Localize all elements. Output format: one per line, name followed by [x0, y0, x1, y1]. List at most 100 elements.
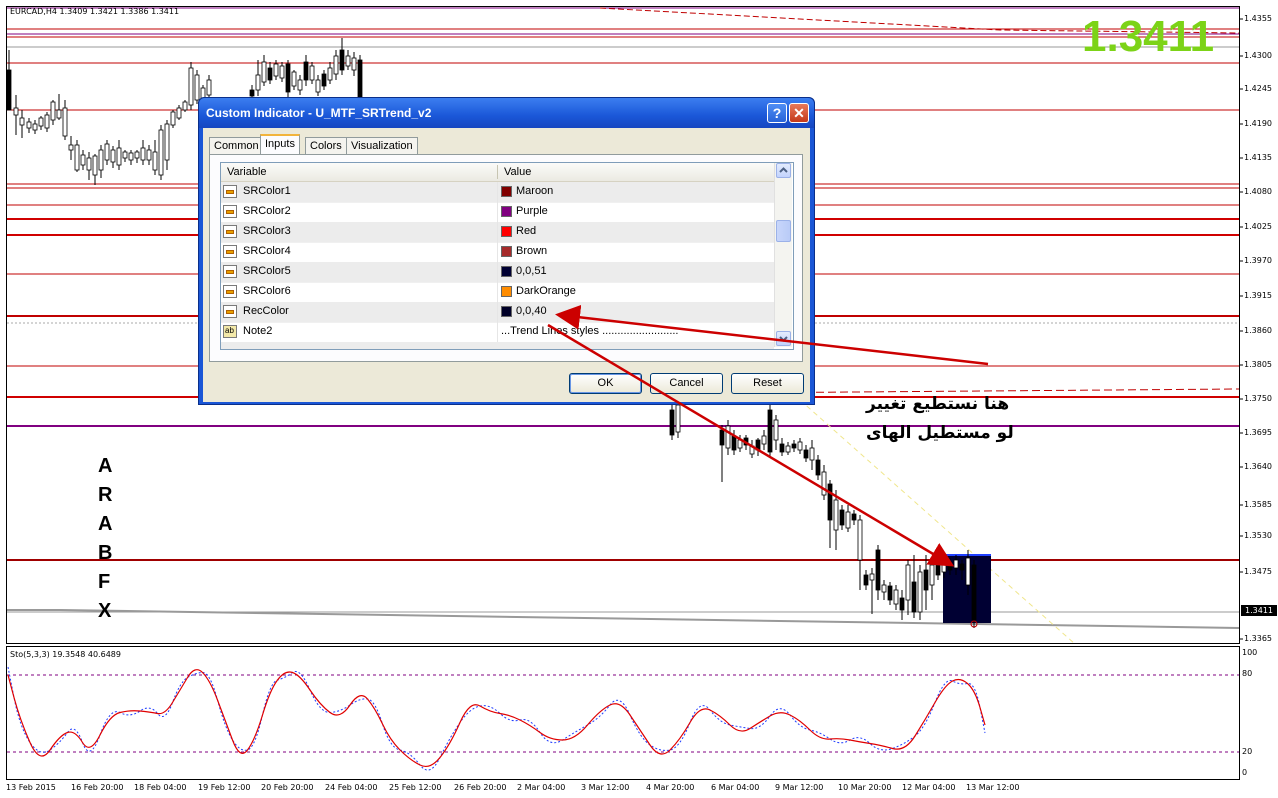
- candle-body: [809, 447, 815, 461]
- candle-body: [333, 55, 339, 75]
- price-axis-label: 1.4190: [1244, 119, 1272, 128]
- param-row[interactable]: RecColor 0,0,40: [221, 302, 774, 323]
- watermark-letter: F: [98, 571, 111, 593]
- sto-level-80: 80: [1242, 669, 1253, 678]
- param-value[interactable]: ...Trend Lines styles ..................…: [501, 325, 678, 337]
- param-row[interactable]: ab Note2 ...Trend Lines styles ...........…: [221, 322, 774, 343]
- candle-body: [863, 574, 869, 586]
- candle-body: [279, 65, 285, 79]
- param-value[interactable]: 0,0,51: [516, 265, 547, 277]
- param-value[interactable]: DarkOrange: [516, 285, 576, 297]
- watermark-letter: R: [98, 484, 113, 506]
- param-value[interactable]: Maroon: [516, 185, 553, 197]
- time-axis-label: 16 Feb 20:00: [71, 783, 124, 792]
- candle-body: [923, 569, 929, 591]
- param-value[interactable]: 0,0,40: [516, 305, 547, 317]
- candle-body: [857, 519, 863, 561]
- watermark-letter: X: [98, 600, 112, 622]
- candle-body: [339, 49, 345, 71]
- param-name: SRColor6: [243, 285, 291, 297]
- candle-body: [188, 67, 194, 106]
- price-axis-label: 1.4080: [1244, 187, 1272, 196]
- candle-body: [755, 439, 761, 451]
- color-param-icon: [223, 205, 237, 218]
- candle-body: [959, 563, 965, 571]
- help-button[interactable]: ?: [767, 103, 787, 123]
- chevron-up-icon: [779, 167, 788, 173]
- candle-body: [785, 445, 791, 453]
- candle-body: [719, 429, 725, 446]
- color-param-icon: [223, 185, 237, 198]
- candle-body: [875, 549, 881, 591]
- param-value[interactable]: Red: [516, 225, 536, 237]
- param-row-partial[interactable]: [221, 342, 774, 349]
- tab-colors[interactable]: Colors: [305, 137, 347, 154]
- tab-inputs[interactable]: Inputs: [260, 134, 300, 155]
- scroll-up-button[interactable]: [776, 163, 791, 178]
- param-name: RecColor: [243, 305, 289, 317]
- candle-body: [827, 483, 833, 521]
- candle-body: [19, 117, 25, 126]
- sto-level-0: 0: [1242, 768, 1248, 777]
- candle-body: [905, 564, 911, 601]
- dialog-title: Custom Indicator - U_MTF_SRTrend_v2: [206, 106, 432, 120]
- param-row[interactable]: SRColor6 DarkOrange: [221, 282, 774, 303]
- annotation-line-2: لو مستطيل الهاى: [866, 423, 1014, 443]
- candle-body: [134, 151, 140, 159]
- param-row[interactable]: SRColor5 0,0,51: [221, 262, 774, 283]
- price-axis-label: 1.3860: [1244, 326, 1272, 335]
- param-row[interactable]: SRColor1 Maroon: [221, 182, 774, 203]
- param-name: SRColor3: [243, 225, 291, 237]
- annotation-line-1: هنا نستطيع تغيير: [866, 394, 1010, 414]
- tab-visualization[interactable]: Visualization: [346, 137, 418, 154]
- candle-body: [309, 65, 315, 81]
- tab-common[interactable]: Common: [209, 137, 264, 154]
- current-price-tag: 1.3411: [1241, 605, 1277, 616]
- candle-body: [351, 57, 357, 71]
- time-axis-label: 9 Mar 12:00: [775, 783, 824, 792]
- candle-body: [6, 69, 12, 111]
- param-value[interactable]: Brown: [516, 245, 547, 257]
- candle-body: [815, 459, 821, 476]
- candle-body: [140, 147, 146, 161]
- param-row[interactable]: SRColor3 Red: [221, 222, 774, 243]
- candle-body: [669, 409, 675, 436]
- candle-body: [737, 439, 743, 449]
- watermark-letter: B: [98, 542, 113, 564]
- reset-button[interactable]: Reset: [731, 373, 804, 394]
- candle-body: [869, 573, 875, 581]
- candle-body: [899, 597, 905, 611]
- time-axis-label: 10 Mar 20:00: [838, 783, 892, 792]
- close-button[interactable]: ✕: [789, 103, 809, 123]
- candle-body: [273, 63, 279, 77]
- custom-indicator-dialog: Custom Indicator - U_MTF_SRTrend_v2 ? ✕ …: [198, 97, 815, 405]
- candle-body: [104, 143, 110, 161]
- watermark-letter: A: [98, 455, 113, 477]
- column-value[interactable]: Value: [504, 166, 531, 178]
- scroll-down-button[interactable]: [776, 331, 791, 346]
- param-row[interactable]: SRColor4 Brown: [221, 242, 774, 263]
- param-value[interactable]: Purple: [516, 205, 548, 217]
- param-name: SRColor2: [243, 205, 291, 217]
- candle-body: [911, 581, 917, 613]
- cancel-button[interactable]: Cancel: [650, 373, 723, 394]
- candle-body: [13, 107, 19, 116]
- stochastic-header: Sto(5,3,3) 19.3548 40.6489: [10, 650, 121, 659]
- ok-button[interactable]: OK: [569, 373, 642, 394]
- column-variable[interactable]: Variable: [227, 166, 267, 178]
- sto-level-100: 100: [1242, 648, 1258, 657]
- chart-symbol-header: EURCAD,H4 1.3409 1.3421 1.3386 1.3411: [10, 7, 180, 16]
- scroll-thumb[interactable]: [776, 220, 791, 242]
- candle-body: [839, 509, 845, 526]
- candle-body: [803, 449, 809, 459]
- param-row[interactable]: SRColor2 Purple: [221, 202, 774, 223]
- chevron-down-icon: [779, 336, 788, 342]
- candle-body: [267, 67, 273, 81]
- time-axis-label: 13 Mar 12:00: [966, 783, 1020, 792]
- candle-body: [122, 151, 128, 159]
- dialog-titlebar[interactable]: Custom Indicator - U_MTF_SRTrend_v2 ? ✕: [199, 98, 814, 128]
- candle-body: [935, 561, 941, 576]
- time-axis-label: 18 Feb 04:00: [134, 783, 187, 792]
- price-axis-label: 1.4025: [1244, 222, 1272, 231]
- grid-scrollbar[interactable]: [774, 163, 792, 347]
